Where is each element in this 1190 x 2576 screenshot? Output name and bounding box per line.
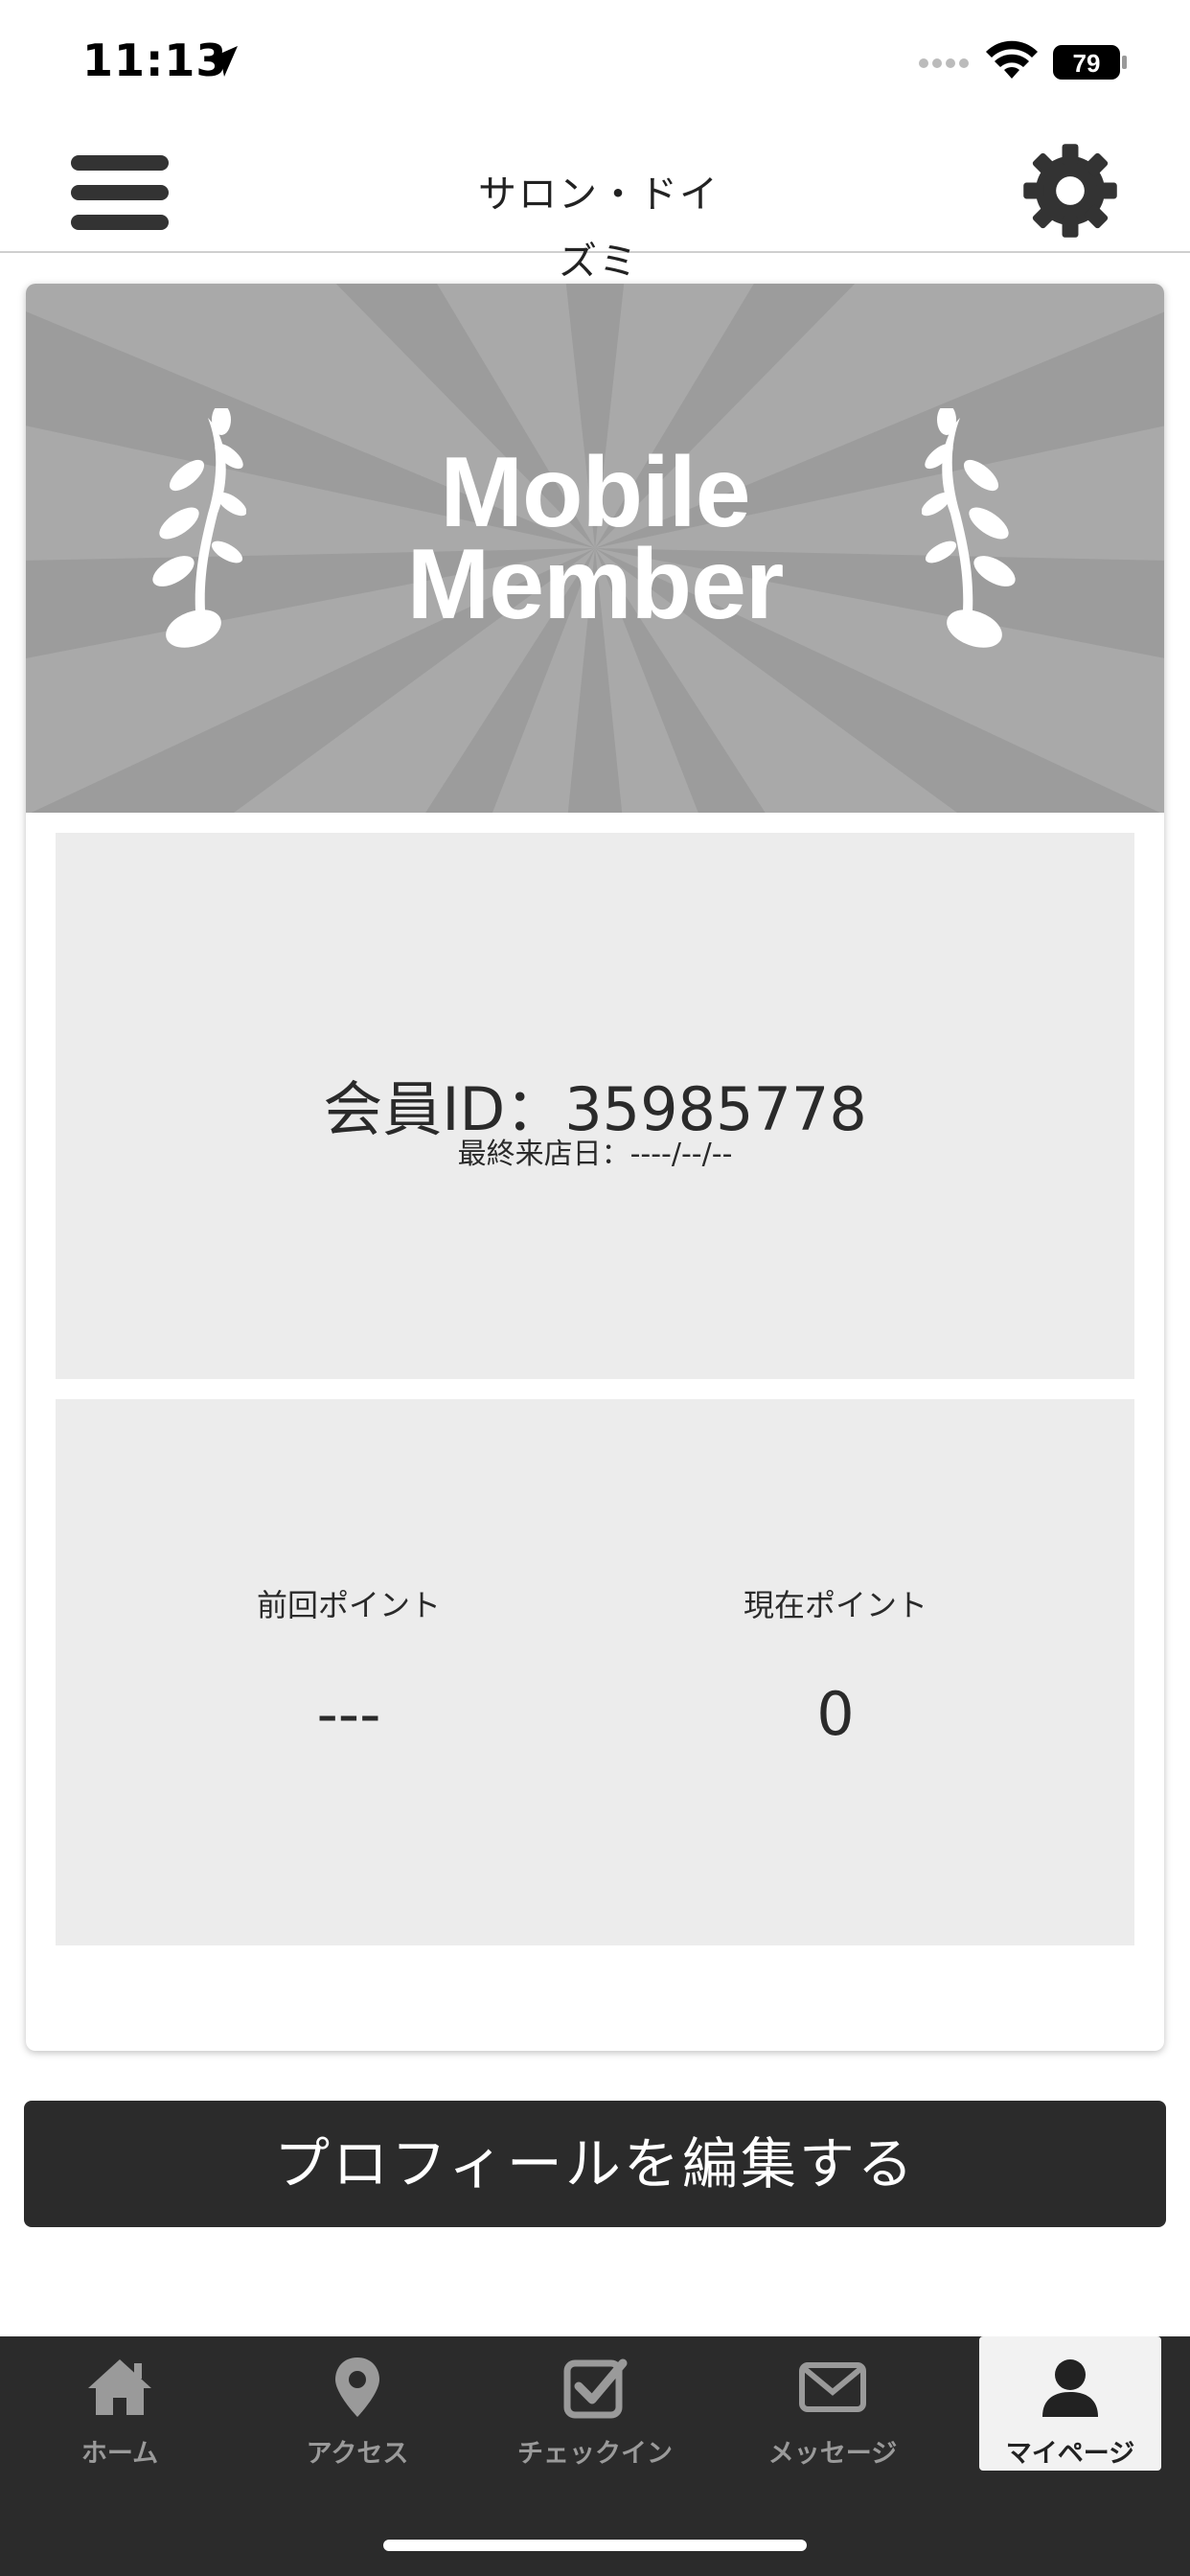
home-icon: [88, 2359, 151, 2415]
previous-points-value: ---: [316, 1679, 381, 1749]
gear-icon[interactable]: [1019, 140, 1121, 242]
tab-access[interactable]: アクセス: [266, 2336, 448, 2471]
previous-points-label: 前回ポイント: [256, 1587, 441, 1623]
status-bar: 11:13 79: [0, 0, 1190, 125]
member-card: Mobile Member 会員ID：35985778 最終来店日：----/-…: [26, 284, 1164, 2051]
user-icon: [1042, 2359, 1098, 2417]
previous-points: 前回ポイント ---: [157, 1581, 540, 1749]
membership-banner: Mobile Member: [26, 284, 1164, 813]
envelope-icon: [799, 2362, 866, 2412]
menu-button[interactable]: [71, 151, 169, 234]
tab-checkin-label: チェックイン: [517, 2439, 673, 2469]
member-info-panel: 会員ID：35985778 最終来店日：----/--/--: [56, 833, 1134, 1379]
tab-home[interactable]: ホーム: [29, 2336, 211, 2471]
location-arrow-icon: [207, 46, 238, 77]
points-panel: 前回ポイント --- 現在ポイント 0: [56, 1399, 1134, 1945]
app-header: サロン・ドイズミ: [0, 125, 1190, 284]
hamburger-menu-icon: [71, 155, 169, 171]
tab-message[interactable]: メッセージ: [742, 2336, 924, 2471]
cellular-signal-icon: [919, 58, 969, 68]
edit-profile-button[interactable]: プロフィールを編集する: [24, 2101, 1166, 2227]
app-logo: サロン・ドイズミ: [478, 172, 720, 284]
tab-message-label: メッセージ: [767, 2439, 898, 2469]
map-pin-icon: [335, 2358, 379, 2417]
current-points: 現在ポイント 0: [644, 1581, 1027, 1749]
last-visit-date: 最終来店日：----/--/--: [457, 1138, 733, 1171]
wifi-icon: [986, 40, 1038, 79]
tab-checkin[interactable]: チェックイン: [504, 2336, 686, 2471]
tab-mypage-label: マイページ: [1005, 2439, 1135, 2469]
tab-mypage[interactable]: マイページ: [979, 2336, 1161, 2471]
tab-access-label: アクセス: [306, 2439, 409, 2469]
checkbox-icon: [563, 2358, 628, 2419]
current-points-label: 現在ポイント: [743, 1587, 927, 1623]
battery-level: 79: [1073, 49, 1101, 78]
battery-icon: 79: [1053, 45, 1127, 80]
current-points-value: 0: [816, 1679, 855, 1749]
tab-home-label: ホーム: [80, 2439, 159, 2469]
laurel-right-icon: [922, 408, 1016, 648]
home-indicator: [383, 2540, 807, 2551]
